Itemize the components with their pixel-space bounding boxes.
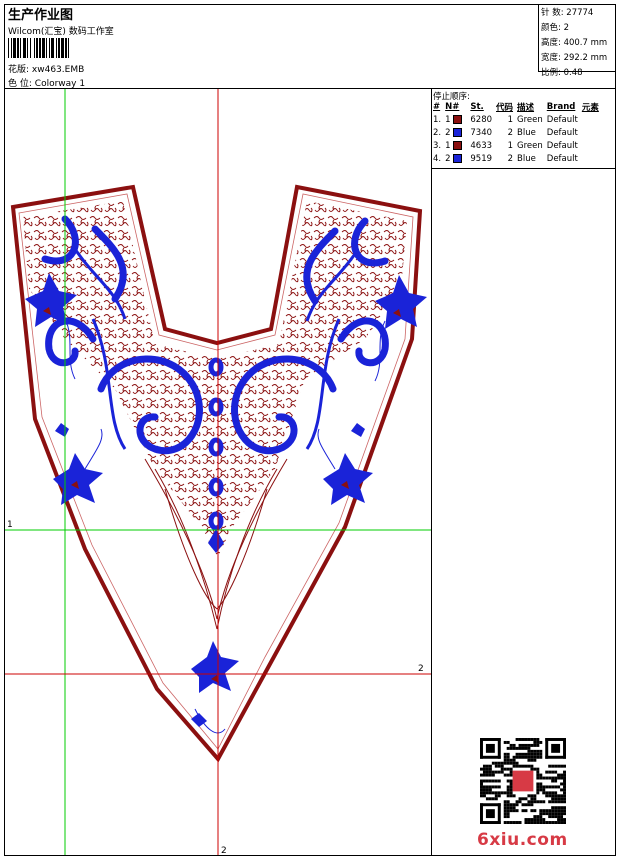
- color-swatch: [453, 140, 463, 150]
- design-label: 花版:: [8, 65, 30, 75]
- company-name: Wilcom(汇宝) 数码工作室: [8, 27, 114, 37]
- canvas-divider: [431, 88, 432, 856]
- watermark: 6xiu.com: [477, 830, 568, 850]
- colorway: 色 位: Colorway 1: [8, 76, 85, 89]
- stat-stitches: 针 数: 27774: [541, 8, 594, 18]
- colorway-value: Colorway 1: [34, 79, 86, 89]
- barcode: [8, 38, 69, 58]
- header-divider: [538, 4, 539, 71]
- table-row: 1. 1 6280 1 Green Default: [433, 114, 578, 125]
- table-row: 4. 2 9519 2 Blue Default: [433, 153, 578, 164]
- stop-sequence-table: # N# St. 代码 描述 Brand 元素 1. 1 6280 1 Gree…: [432, 101, 602, 165]
- table-row: 2. 2 7340 2 Blue Default: [433, 127, 578, 138]
- color-swatch: [453, 127, 463, 137]
- stat-width: 宽度: 292.2 mm: [541, 53, 608, 63]
- stat-colors: 颜色: 2: [541, 23, 569, 33]
- design-stats: 针 数: 27774 颜色: 2 高度: 400.7 mm 宽度: 292.2 …: [541, 6, 607, 81]
- color-swatch: [453, 114, 463, 124]
- guide-label-2-bottom: 2: [221, 846, 227, 856]
- seal-icon: [512, 770, 534, 792]
- design-file: 花版: xw463.EMB: [8, 62, 84, 75]
- page-title: 生产作业图: [8, 8, 74, 23]
- design-file-name: xw463.EMB: [31, 65, 85, 75]
- color-swatch: [453, 153, 463, 163]
- table-bottom-line: [431, 168, 616, 169]
- colorway-label: 色 位:: [8, 79, 32, 89]
- embroidery-design: [5, 89, 431, 855]
- table-header-row: # N# St. 代码 描述 Brand 元素: [433, 102, 599, 113]
- guide-label-2-right: 2: [418, 664, 424, 674]
- stat-height: 高度: 400.7 mm: [541, 38, 608, 48]
- stat-scale: 比例: 0.48: [541, 68, 583, 78]
- guide-label-1: 1: [7, 520, 13, 530]
- table-row: 3. 1 4633 1 Green Default: [433, 140, 578, 151]
- qr-code: [480, 738, 566, 824]
